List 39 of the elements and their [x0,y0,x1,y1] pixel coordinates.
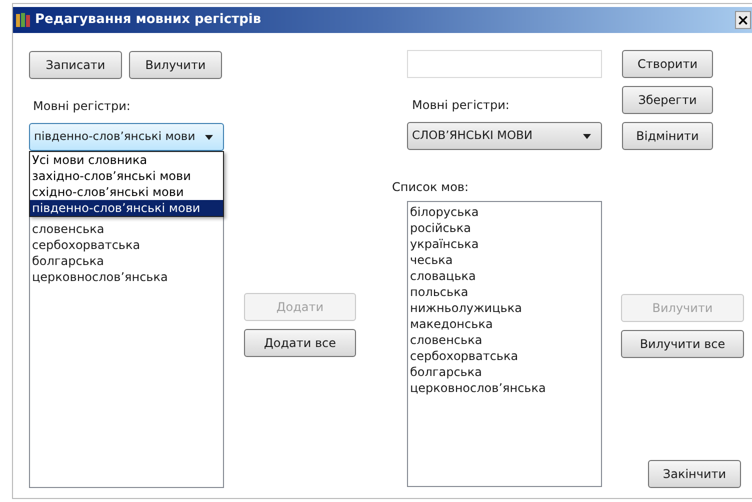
list-item[interactable]: болгарська [32,253,221,269]
caret-icon [583,134,591,138]
list-item[interactable]: церковнослов’янська [32,269,221,285]
list-item[interactable]: церковнослов’янська [410,380,599,396]
button[interactable]: Вилучити все [621,330,744,358]
dropdown-option[interactable]: південно-слов’янські мови [30,200,223,216]
close-button[interactable]: × [735,11,751,29]
name-field[interactable] [407,50,602,78]
list-item[interactable]: словенська [32,221,221,237]
button[interactable]: Створити [622,50,713,78]
button[interactable]: Зберегти [622,86,713,114]
button[interactable]: Відмінити [622,122,713,150]
list-item[interactable]: чеська [410,252,599,268]
button[interactable]: Додати все [244,329,356,357]
caret-icon [205,134,213,140]
list-item[interactable]: нижньолужицька [410,300,599,316]
list-item[interactable]: сербохорватська [410,348,599,364]
dropdown-option[interactable]: західно-слов’янські мови [30,168,223,184]
list-item[interactable]: словенська [410,332,599,348]
list-item[interactable]: білоруська [410,204,599,220]
dropdown[interactable]: південно-слов’янські мови [29,123,224,151]
list-item[interactable]: македонська [410,316,599,332]
dropdown-option[interactable]: східно-слов’янські мови [30,184,223,200]
list-item[interactable]: сербохорватська [32,237,221,253]
window-title: Редагування мовних регістрів [35,11,262,30]
list-item[interactable]: болгарська [410,364,599,380]
field-label: Список мов: [392,179,470,196]
list-item[interactable]: українська [410,236,599,252]
dropdown[interactable]: СЛОВ’ЯНСЬКІ МОВИ [407,122,602,150]
button[interactable]: Закінчити [648,460,741,488]
list-item[interactable]: словацька [410,268,599,284]
list-item[interactable]: російська [410,220,599,236]
field-label: Мовні регістри: [412,97,510,114]
list-item[interactable]: польська [410,284,599,300]
dropdown-option[interactable]: Усі мови словника [30,152,223,168]
books-icon [15,12,31,28]
button[interactable]: Записати [29,51,122,79]
field-label: Мовні регістри: [33,98,132,115]
button[interactable]: Вилучити [129,51,222,79]
